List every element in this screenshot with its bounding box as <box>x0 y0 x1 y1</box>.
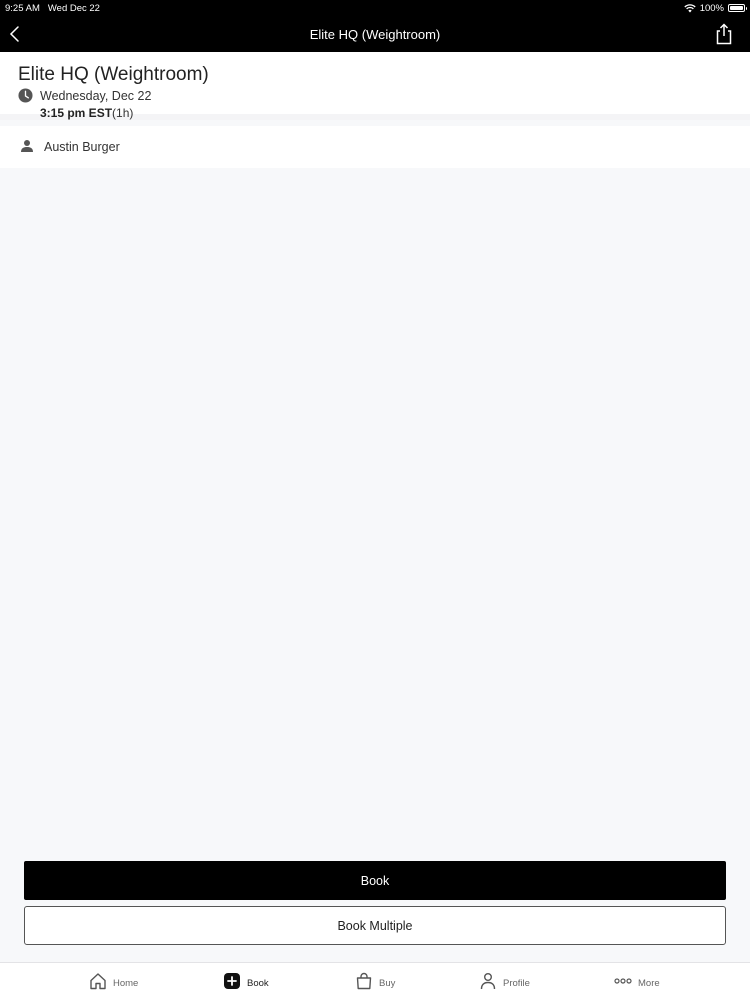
tab-profile-label: Profile <box>503 977 530 989</box>
wifi-icon <box>684 3 696 12</box>
event-duration: (1h) <box>112 106 134 120</box>
clock-icon <box>18 88 33 103</box>
booking-screen: 9:25 AM Wed Dec 22 100% Elite HQ (Weight… <box>0 0 750 1000</box>
navigation-bar: Elite HQ (Weightroom) <box>0 16 750 52</box>
tab-home-label: Home <box>113 977 139 989</box>
tab-buy[interactable]: Buy <box>355 972 395 990</box>
share-icon[interactable] <box>714 23 734 45</box>
event-date: Wednesday, Dec 22 <box>40 89 152 103</box>
event-time-row: 3:15 pm EST(1h) <box>40 106 133 120</box>
home-icon <box>90 973 106 990</box>
plus-square-icon <box>224 973 240 989</box>
tab-buy-label: Buy <box>379 977 396 989</box>
person-outline-icon <box>480 973 496 990</box>
battery-percent: 100% <box>699 2 724 14</box>
battery-icon <box>728 4 747 12</box>
status-bar: 9:25 AM Wed Dec 22 100% <box>0 0 750 16</box>
status-time: 9:25 AM <box>5 2 40 14</box>
person-icon <box>21 140 33 152</box>
tab-book[interactable]: Book <box>223 972 269 990</box>
event-title: Elite HQ (Weightroom) <box>18 64 209 85</box>
instructor-name: Austin Burger <box>44 140 120 154</box>
status-date: Wed Dec 22 <box>47 2 100 14</box>
event-time: 3:15 pm EST <box>40 106 113 120</box>
status-indicators: 100% <box>684 2 747 14</box>
event-header: Elite HQ (Weightroom) Wednesday, Dec 22 … <box>0 52 750 120</box>
shopping-bag-icon <box>356 972 372 990</box>
tab-home[interactable]: Home <box>89 972 138 990</box>
tab-more-label: More <box>638 977 660 989</box>
book-button[interactable]: Book <box>24 861 726 900</box>
tab-more[interactable]: More <box>614 972 660 990</box>
tab-bar: Home Book Buy Profile More <box>0 962 750 1000</box>
instructor-row: Austin Burger <box>0 126 750 168</box>
nav-title: Elite HQ (Weightroom) <box>309 26 441 42</box>
tab-book-label: Book <box>247 977 269 989</box>
back-chevron-icon[interactable] <box>6 24 26 44</box>
tab-profile[interactable]: Profile <box>479 972 530 990</box>
book-multiple-button[interactable]: Book Multiple <box>24 906 726 945</box>
more-dots-icon <box>614 978 632 984</box>
